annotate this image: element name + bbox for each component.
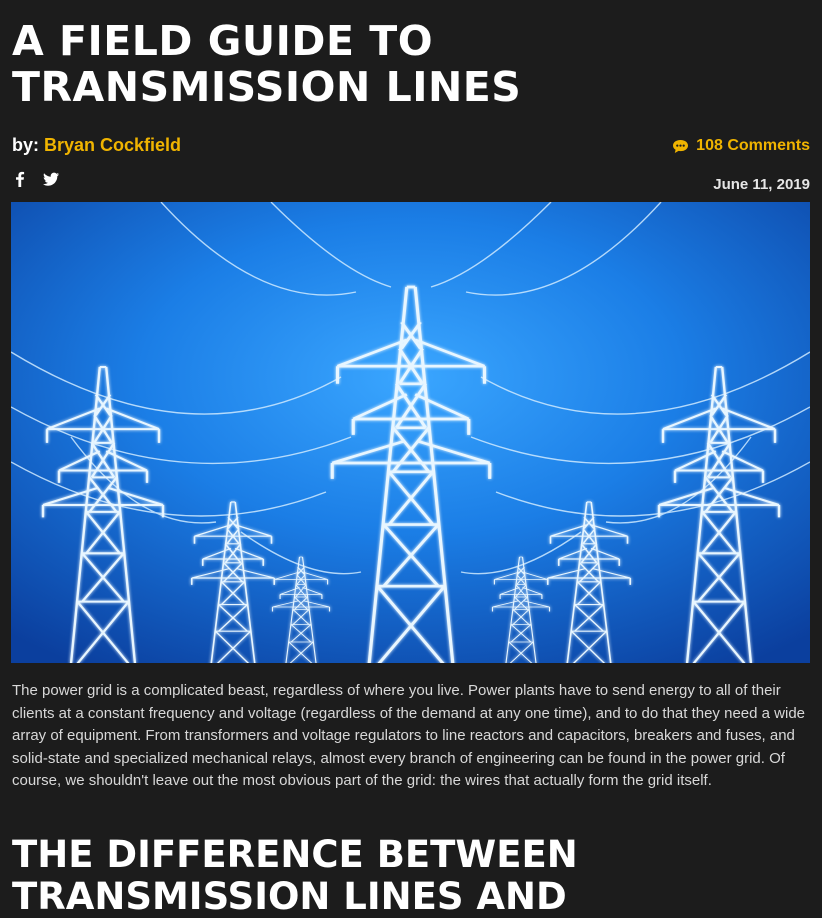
comments-link[interactable]: 108 Comments: [672, 137, 810, 155]
twitter-icon[interactable]: [42, 170, 59, 188]
byline: by: Bryan Cockfield: [12, 135, 181, 156]
hero-image-transmission-towers: [11, 202, 810, 663]
byline-prefix: by:: [12, 135, 39, 155]
article-title: A FIELD GUIDE TO TRANSMISSION LINES: [12, 18, 521, 110]
section-heading-line-2: TRANSMISSION LINES AND: [12, 875, 567, 918]
comment-bubble-icon: [673, 139, 689, 153]
author-link[interactable]: Bryan Cockfield: [44, 135, 181, 155]
facebook-icon[interactable]: [12, 170, 28, 188]
section-heading-line-1: THE DIFFERENCE BETWEEN: [12, 833, 578, 876]
intro-paragraph: The power grid is a complicated beast, r…: [12, 682, 806, 789]
title-line-1: A FIELD GUIDE TO: [12, 17, 434, 65]
title-line-2: TRANSMISSION LINES: [12, 63, 522, 111]
article-page: A FIELD GUIDE TO TRANSMISSION LINES by: …: [0, 0, 822, 918]
social-share: [12, 170, 59, 188]
comments-count: 108 Comments: [696, 137, 810, 154]
section-heading: THE DIFFERENCE BETWEEN TRANSMISSION LINE…: [12, 834, 578, 918]
publish-date: June 11, 2019: [713, 176, 810, 193]
